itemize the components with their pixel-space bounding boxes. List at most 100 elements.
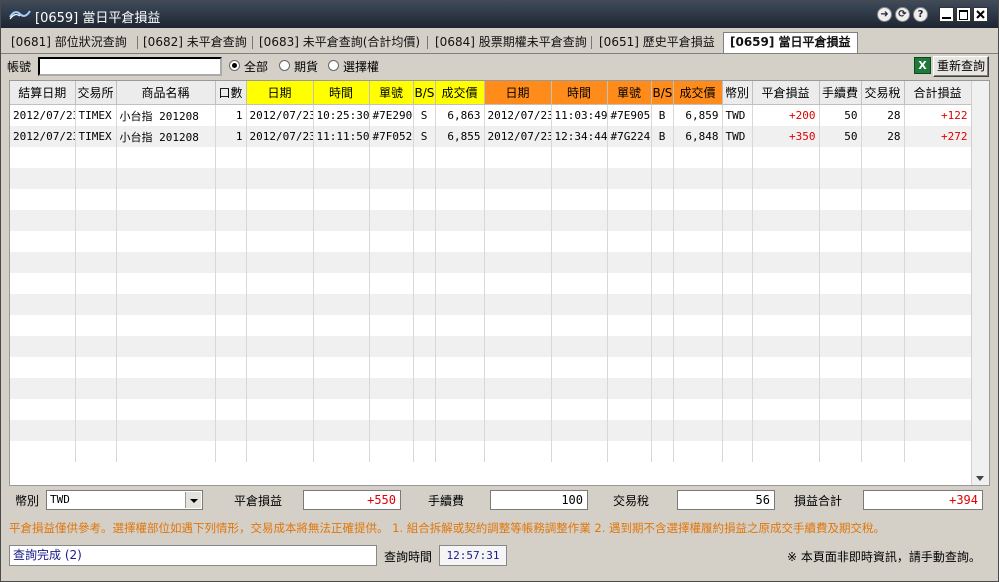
close-icon[interactable] xyxy=(973,7,988,22)
table-cell xyxy=(369,441,414,462)
table-cell xyxy=(215,441,247,462)
tab-0659[interactable]: [0659] 當日平倉損益 xyxy=(723,32,858,53)
header-close-order[interactable]: 單號 xyxy=(607,81,652,105)
help-icon[interactable]: ? xyxy=(913,7,928,22)
table-cell: #7G224 xyxy=(607,126,652,147)
header-tax[interactable]: 交易稅 xyxy=(861,81,905,105)
radio-options-label: 選擇權 xyxy=(343,60,380,74)
table-cell: 6,855 xyxy=(435,126,485,147)
empty-row[interactable] xyxy=(10,210,972,231)
table-cell xyxy=(215,210,247,231)
table-cell xyxy=(607,210,652,231)
header-currency[interactable]: 幣別 xyxy=(722,81,753,105)
table-cell xyxy=(75,252,117,273)
table-cell xyxy=(722,294,753,315)
table-cell: 2012/07/23 xyxy=(10,126,76,147)
tab-0683[interactable]: [0683] 未平倉查詢(合計均價) xyxy=(259,33,420,52)
table-cell xyxy=(413,315,436,336)
header-settle-date[interactable]: 結算日期 xyxy=(10,81,76,105)
table-cell xyxy=(116,420,216,441)
table-cell xyxy=(904,378,972,399)
table-cell xyxy=(673,231,723,252)
empty-row[interactable] xyxy=(10,420,972,441)
table-cell xyxy=(722,168,753,189)
account-input[interactable] xyxy=(38,57,222,76)
tab-0651[interactable]: [0651] 歷史平倉損益 xyxy=(599,33,715,52)
empty-row[interactable] xyxy=(10,273,972,294)
table-cell xyxy=(904,189,972,210)
table-cell xyxy=(116,315,216,336)
table-cell: 12:34:44 xyxy=(551,126,608,147)
table-cell xyxy=(607,147,652,168)
table-cell xyxy=(651,315,674,336)
table-cell xyxy=(607,273,652,294)
table-cell xyxy=(75,294,117,315)
table-cell: 28 xyxy=(861,126,905,147)
header-open-time[interactable]: 時間 xyxy=(313,81,370,105)
table-cell xyxy=(369,273,414,294)
empty-row[interactable] xyxy=(10,168,972,189)
header-close-price[interactable]: 成交價 xyxy=(673,81,723,105)
radio-futures[interactable] xyxy=(279,60,290,71)
empty-row[interactable] xyxy=(10,357,972,378)
table-cell xyxy=(819,420,862,441)
minimize-icon[interactable] xyxy=(939,7,954,22)
table-cell xyxy=(551,147,608,168)
currency-select[interactable]: TWD xyxy=(46,490,203,510)
empty-row[interactable] xyxy=(10,252,972,273)
scroll-down-icon[interactable] xyxy=(976,476,984,481)
refresh-icon[interactable]: ⟳ xyxy=(895,7,910,22)
header-open-price[interactable]: 成交價 xyxy=(435,81,485,105)
excel-export-icon[interactable]: X xyxy=(914,57,931,74)
header-close-date[interactable]: 日期 xyxy=(484,81,552,105)
empty-row[interactable] xyxy=(10,294,972,315)
forward-icon[interactable]: ➜ xyxy=(877,7,892,22)
table-cell xyxy=(651,378,674,399)
header-close-time[interactable]: 時間 xyxy=(551,81,608,105)
table-cell xyxy=(10,189,76,210)
maximize-icon[interactable] xyxy=(956,7,971,22)
empty-row[interactable] xyxy=(10,441,972,462)
table-row[interactable]: 2012/07/23 TIMEX 小台指 201208 1 2012/07/23 10:2… xyxy=(10,104,972,126)
header-product[interactable]: 商品名稱 xyxy=(116,81,216,105)
radio-all[interactable] xyxy=(229,60,240,71)
table-cell xyxy=(215,357,247,378)
radio-options[interactable] xyxy=(328,60,339,71)
empty-row[interactable] xyxy=(10,315,972,336)
empty-row[interactable] xyxy=(10,399,972,420)
empty-row[interactable] xyxy=(10,378,972,399)
tab-0684[interactable]: [0684] 股票期權未平倉查詢 xyxy=(435,33,587,52)
tab-0682[interactable]: [0682] 未平倉查詢 xyxy=(143,33,247,52)
table-cell xyxy=(369,357,414,378)
header-fee[interactable]: 手續費 xyxy=(819,81,862,105)
requery-button[interactable]: 重新查詢 xyxy=(933,56,989,77)
table-cell xyxy=(551,420,608,441)
table-cell xyxy=(607,231,652,252)
disclaimer-text: 平倉損益僅供參考。選擇權部位如遇下列情形，交易成本將無法正確提供。 1. 組合拆… xyxy=(9,521,886,535)
header-total-pl[interactable]: 合計損益 xyxy=(904,81,972,105)
table-cell xyxy=(904,399,972,420)
tab-0681[interactable]: [0681] 部位狀況查詢 xyxy=(11,33,127,52)
header-open-bs[interactable]: B/S xyxy=(413,81,436,105)
table-cell xyxy=(651,231,674,252)
header-close-pl[interactable]: 平倉損益 xyxy=(752,81,820,105)
header-lots[interactable]: 口數 xyxy=(215,81,247,105)
header-exchange[interactable]: 交易所 xyxy=(75,81,117,105)
empty-row[interactable] xyxy=(10,336,972,357)
chevron-down-icon[interactable] xyxy=(185,492,201,508)
table-cell: 11:03:49 xyxy=(551,104,608,126)
header-open-date[interactable]: 日期 xyxy=(246,81,314,105)
empty-row[interactable] xyxy=(10,231,972,252)
table-cell xyxy=(10,399,76,420)
header-open-order[interactable]: 單號 xyxy=(369,81,414,105)
table-cell: B xyxy=(651,126,674,147)
table-cell xyxy=(607,357,652,378)
table-cell xyxy=(75,399,117,420)
table-cell xyxy=(673,210,723,231)
empty-row[interactable] xyxy=(10,189,972,210)
table-row[interactable]: 2012/07/23 TIMEX 小台指 201208 1 2012/07/23 11:1… xyxy=(10,126,972,147)
empty-row[interactable] xyxy=(10,147,972,168)
header-close-bs[interactable]: B/S xyxy=(651,81,674,105)
vertical-scrollbar[interactable] xyxy=(971,81,989,485)
query-time-label: 查詢時間 xyxy=(384,550,433,564)
